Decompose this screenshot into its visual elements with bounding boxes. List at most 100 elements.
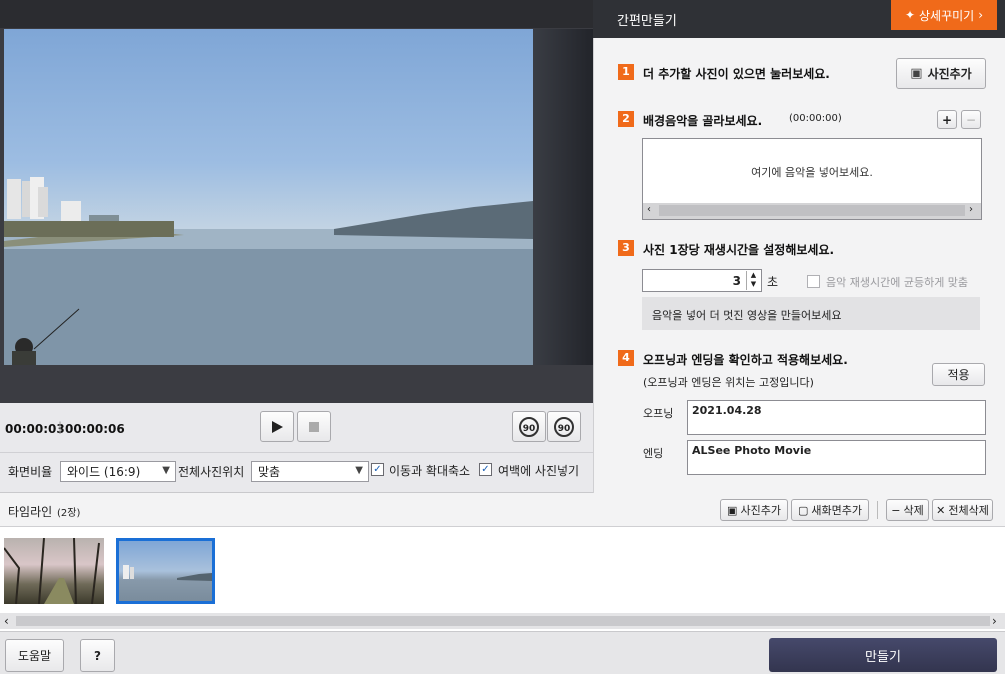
rotate-right-button[interactable]: 90: [547, 411, 581, 442]
detail-edit-button[interactable]: ✦ 상세꾸미기 ›: [891, 0, 997, 30]
aspect-label: 화면비율: [8, 465, 53, 479]
plus-icon: +: [941, 112, 953, 127]
play-button[interactable]: [260, 411, 294, 442]
rotate-left-button[interactable]: 90: [512, 411, 546, 442]
step-1-title: 더 추가할 사진이 있으면 눌러보세요.: [643, 67, 830, 81]
aspect-value: 와이드 (16:9): [67, 465, 141, 479]
music-sync-checkbox[interactable]: [807, 275, 820, 288]
seconds-unit: 초: [767, 275, 779, 289]
apply-label: 적용: [947, 368, 970, 382]
music-sync-label: 음악 재생시간에 균등하게 맞춤: [826, 276, 969, 289]
aspect-select[interactable]: 와이드 (16:9) ▼: [60, 461, 176, 482]
scroll-left-icon[interactable]: ‹: [647, 204, 651, 215]
add-photo-icon: ▣: [727, 503, 738, 517]
fill-margin-checkbox[interactable]: ✓: [479, 463, 492, 476]
stop-button[interactable]: [297, 411, 331, 442]
position-select[interactable]: 맞춤 ▼: [251, 461, 369, 482]
play-icon: [272, 420, 283, 433]
delete-all-button[interactable]: ✕ 전체삭제: [932, 499, 993, 521]
timeline-add-photo-button[interactable]: ▣ 사진추가: [720, 499, 788, 521]
timeline-thumbnail-2-selected[interactable]: [116, 538, 215, 604]
step-3-number: 3: [618, 240, 634, 256]
music-hint-box: 음악을 넣어 더 멋진 영상을 만들어보세요: [642, 297, 980, 330]
add-screen-icon: ▢: [797, 503, 809, 517]
seconds-input[interactable]: 3 ▲ ▼: [642, 269, 762, 292]
timeline-thumbnail-1[interactable]: [4, 538, 104, 604]
music-scroll-thumb[interactable]: [659, 205, 965, 216]
current-time: 00:00:03: [5, 422, 65, 436]
music-duration: (00:00:00): [789, 113, 842, 124]
scroll-right-icon[interactable]: ›: [969, 204, 973, 215]
options-row: 화면비율 와이드 (16:9) ▼ 전체사진위치 맞춤 ▼ ✓ 이동과 확대축소…: [0, 453, 593, 493]
stop-icon: [309, 421, 319, 432]
add-new-screen-label: 새화면추가: [811, 504, 862, 517]
opening-field[interactable]: 2021.04.28: [687, 400, 986, 435]
music-hint: 음악을 넣어 더 멋진 영상을 만들어보세요: [652, 309, 842, 322]
total-time: 00:00:06: [65, 422, 125, 436]
toolbar-divider: [877, 501, 878, 519]
opening-value: 2021.04.28: [692, 404, 762, 417]
position-label: 전체사진위치: [178, 465, 245, 479]
pan-zoom-label: 이동과 확대축소: [389, 464, 471, 478]
chevron-down-icon: ▼: [162, 465, 170, 476]
step-4-title: 오프닝과 엔딩을 확인하고 적용해보세요.: [643, 353, 848, 367]
magic-wand-icon: ✦: [904, 8, 916, 22]
add-photo-button[interactable]: ▣ 사진추가: [896, 58, 986, 89]
question-icon: ?: [94, 648, 101, 663]
timeline-add-photo-label: 사진추가: [740, 504, 781, 517]
timeline-count: (2장): [57, 508, 81, 519]
timeline-hscrollbar[interactable]: ‹ ›: [0, 613, 1005, 629]
panel-header: 간편만들기 ✦ 상세꾸미기 ›: [593, 0, 1005, 38]
music-placeholder: 여기에 음악을 넣어보세요.: [751, 166, 873, 179]
preview-topbar: [0, 0, 593, 28]
seconds-stepper[interactable]: ▲ ▼: [746, 271, 760, 290]
quick-make-panel: 1 더 추가할 사진이 있으면 눌러보세요. ▣ 사진추가 2 배경음악을 골라…: [593, 38, 1005, 493]
timeline-toolbar: 타임라인 (2장) ▣ 사진추가 ▢ 새화면추가 − 삭제 ✕ 전체삭제: [0, 493, 1005, 527]
help-button[interactable]: 도움말: [5, 639, 64, 672]
seconds-value: 3: [732, 274, 741, 288]
timeline-scroll-thumb[interactable]: [16, 616, 990, 626]
close-icon: ✕: [936, 503, 946, 517]
add-photo-icon: ▣: [910, 66, 923, 81]
add-new-screen-button[interactable]: ▢ 새화면추가: [791, 499, 869, 521]
minus-icon: −: [891, 503, 901, 517]
step-2-title: 배경음악을 골라보세요.: [643, 114, 763, 128]
delete-all-label: 전체삭제: [948, 504, 989, 517]
add-photo-label: 사진추가: [927, 67, 972, 81]
delete-button[interactable]: − 삭제: [886, 499, 929, 521]
svg-text:90: 90: [523, 424, 536, 434]
step-2-number: 2: [618, 111, 634, 127]
apply-button[interactable]: 적용: [932, 363, 985, 386]
ending-value: ALSee Photo Movie: [692, 444, 812, 457]
ending-field[interactable]: ALSee Photo Movie: [687, 440, 986, 475]
scroll-left-icon[interactable]: ‹: [4, 614, 9, 628]
step-3-title: 사진 1장당 재생시간을 설정해보세요.: [643, 243, 835, 257]
position-value: 맞춤: [258, 465, 281, 479]
svg-text:90: 90: [558, 424, 571, 434]
preview-photo: [4, 29, 533, 365]
fill-margin-label: 여백에 사진넣기: [498, 464, 580, 478]
preview-side-strip: [533, 29, 593, 365]
music-hscrollbar[interactable]: ‹ ›: [643, 203, 981, 219]
delete-label: 삭제: [903, 504, 924, 517]
make-button[interactable]: 만들기: [769, 638, 997, 672]
detail-edit-label: 상세꾸미기: [919, 8, 975, 23]
chevron-down-icon: ▼: [355, 465, 363, 476]
make-label: 만들기: [865, 649, 901, 665]
rotate-90-left-icon: 90: [519, 416, 539, 437]
pan-zoom-checkbox[interactable]: ✓: [371, 463, 384, 476]
player-controls: 00:00:03 | 00:00:06 90 90: [0, 403, 593, 453]
remove-music-button[interactable]: −: [961, 110, 981, 129]
timeline-title: 타임라인: [8, 505, 53, 519]
scroll-right-icon[interactable]: ›: [992, 614, 997, 628]
opening-label: 오프닝: [643, 407, 674, 420]
help-label: 도움말: [17, 649, 52, 663]
step-1-number: 1: [618, 64, 634, 80]
music-list[interactable]: 여기에 음악을 넣어보세요. ‹ ›: [642, 138, 982, 220]
rotate-90-right-icon: 90: [554, 416, 574, 437]
question-button[interactable]: ?: [80, 639, 115, 672]
add-music-button[interactable]: +: [937, 110, 957, 129]
chevron-right-icon: ›: [978, 8, 984, 22]
time-separator: |: [58, 420, 63, 434]
footer-bar: 도움말 ? 만들기: [0, 631, 1005, 674]
